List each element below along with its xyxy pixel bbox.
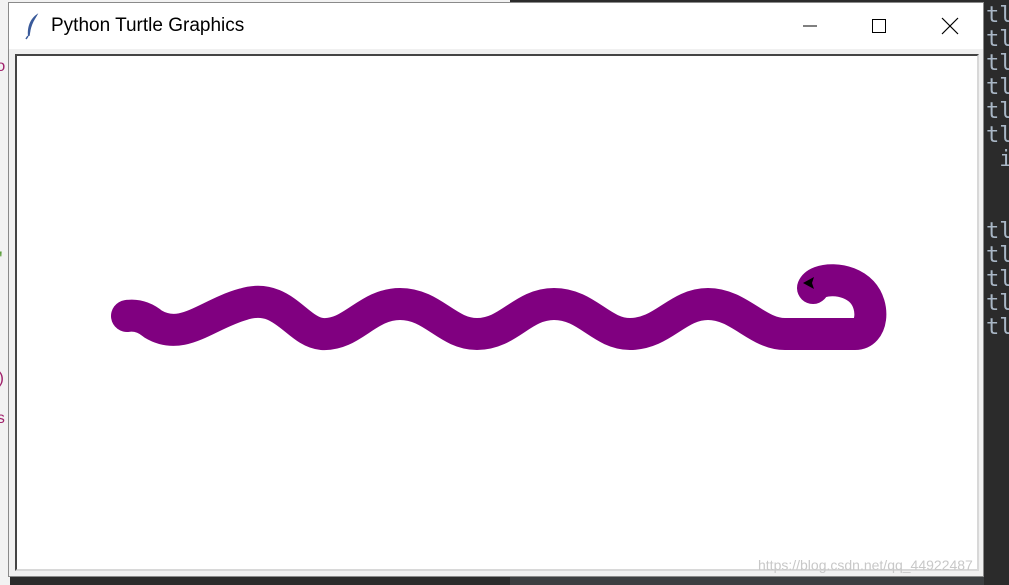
maximize-button[interactable] — [856, 3, 902, 49]
code-line: i — [999, 147, 1009, 172]
code-line: tl — [986, 51, 1009, 76]
code-line: t — [986, 172, 1009, 196]
code-line: tl — [986, 123, 1009, 148]
title-bar[interactable]: Python Turtle Graphics — [9, 3, 983, 49]
minimize-icon — [803, 25, 817, 27]
code-line: t — [986, 196, 1009, 220]
turtle-canvas[interactable] — [15, 54, 979, 571]
code-line: tl — [986, 291, 1009, 316]
background-code-editor: tl tl tl tl tl tl i t t tl tl tl tl tl — [984, 0, 1009, 585]
code-line: tl — [986, 75, 1009, 100]
code-line: tl — [986, 219, 1009, 244]
feather-icon — [25, 12, 40, 40]
code-line: tl — [986, 315, 1009, 340]
maximize-icon — [872, 19, 886, 33]
code-line: tl — [986, 267, 1009, 292]
code-fragment: o — [0, 58, 6, 76]
code-line: tl — [986, 243, 1009, 268]
code-fragment: ) — [0, 370, 6, 388]
code-fragment: s — [0, 410, 6, 428]
code-line: tl — [986, 99, 1009, 124]
code-line: tl — [986, 3, 1009, 28]
code-line: tl — [986, 27, 1009, 52]
minimize-button[interactable] — [787, 3, 833, 49]
snake-body — [111, 264, 887, 350]
code-fragment: ' — [0, 250, 6, 268]
watermark: https://blog.csdn.net/qq_44922487 — [758, 557, 973, 573]
turtle-window: Python Turtle Graphics — [8, 2, 984, 577]
close-icon — [941, 17, 959, 35]
drawing-area — [111, 264, 887, 350]
window-title: Python Turtle Graphics — [51, 15, 245, 36]
close-button[interactable] — [927, 3, 973, 49]
